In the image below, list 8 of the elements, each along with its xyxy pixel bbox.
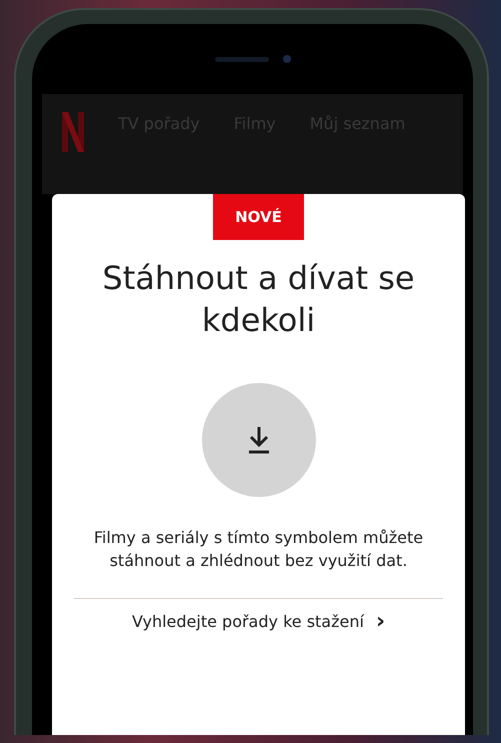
camera-icon bbox=[282, 55, 290, 63]
speaker-icon bbox=[214, 56, 268, 62]
dialog-title: Stáhnout a dívat se kdekoli bbox=[101, 258, 416, 341]
chevron-icon: › bbox=[376, 610, 386, 633]
find-downloads-link[interactable]: Vyhledejte pořady ke stažení › bbox=[132, 610, 386, 633]
logo-icon bbox=[62, 112, 84, 152]
dialog-description: Filmy a seriály s tímto symbolem můžete stáhnout a zhlédnout bez využití dat. bbox=[92, 527, 424, 572]
new-badge: NOVÉ bbox=[213, 194, 304, 240]
